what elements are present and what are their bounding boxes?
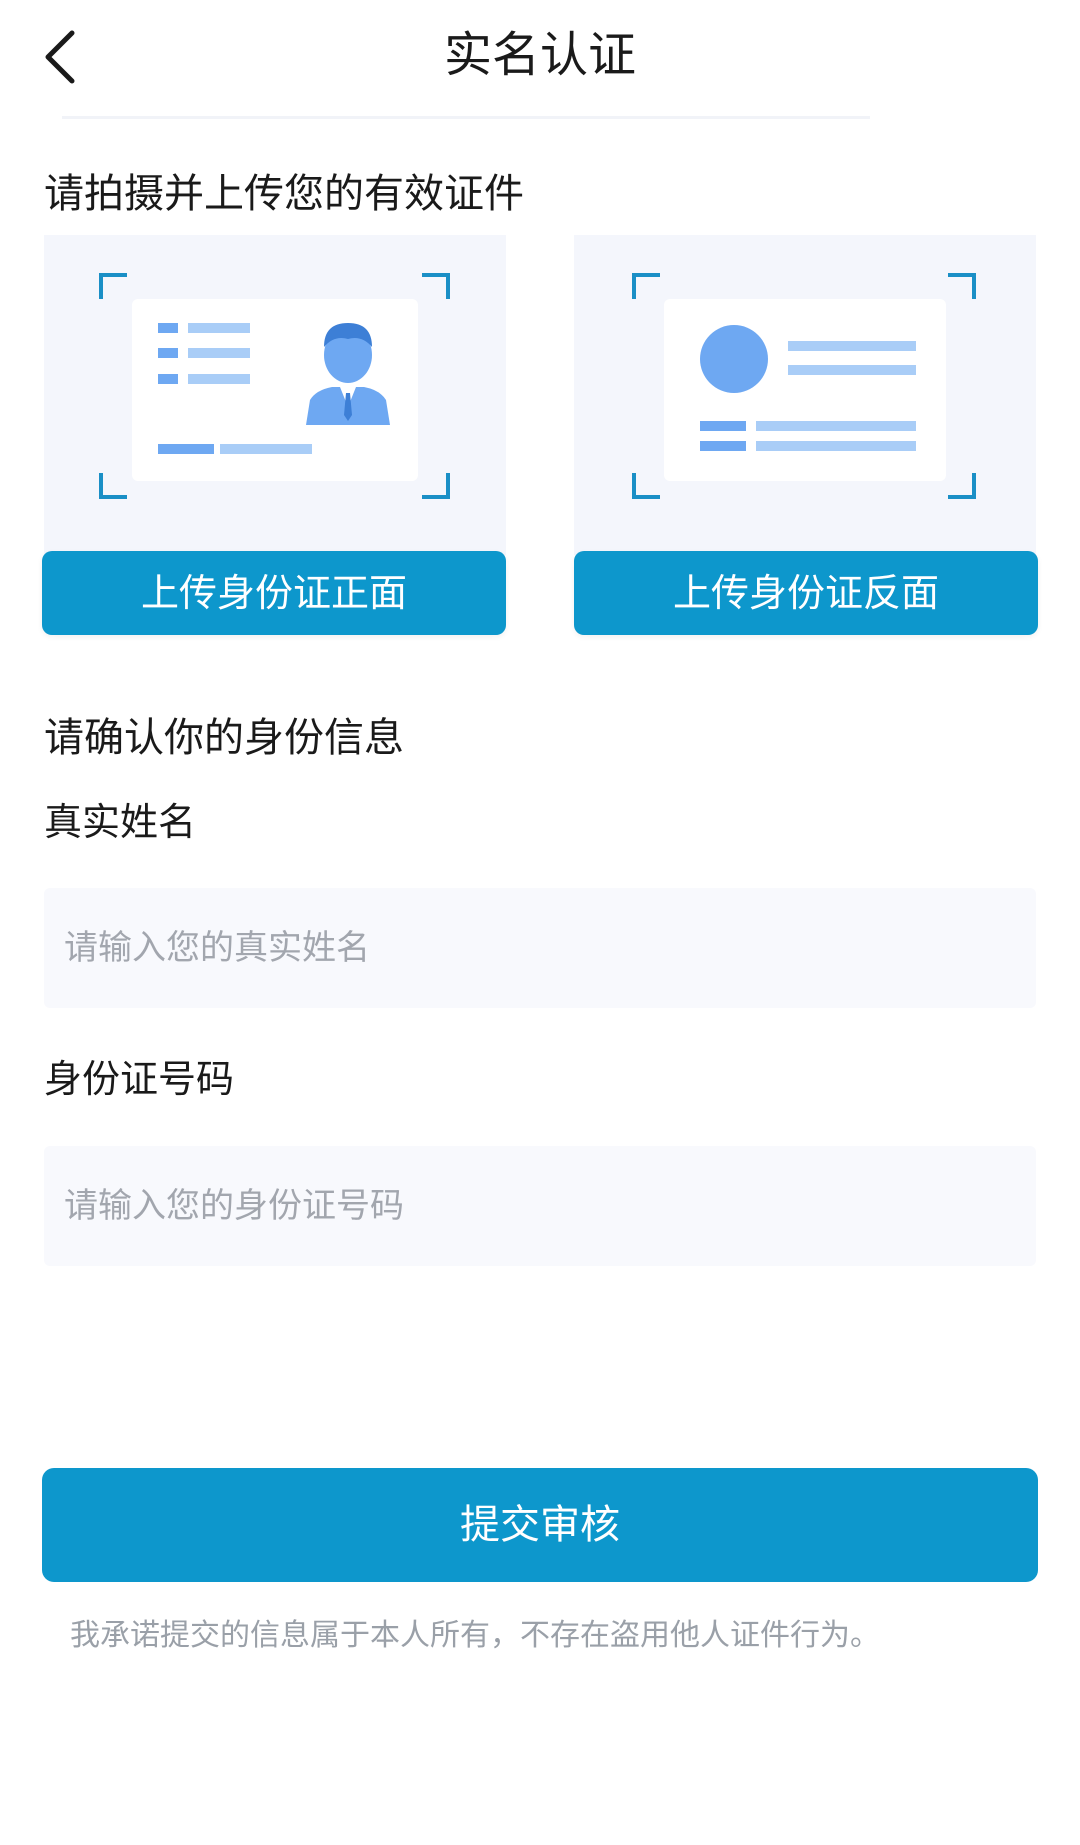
page-title: 实名认证 [443,27,636,83]
header-divider [62,116,870,119]
submit-review-button[interactable]: 提交审核 [42,1468,1038,1582]
id-back-card[interactable] [574,235,1036,555]
upload-id-front-button[interactable]: 上传身份证正面 [42,551,506,635]
upload-section-title: 请拍摄并上传您的有效证件 [44,171,524,217]
real-name-input[interactable] [44,928,1036,968]
real-name-field[interactable] [44,888,1036,1008]
disclaimer-text: 我承诺提交的信息属于本人所有，不存在盗用他人证件行为。 [70,1618,880,1653]
id-number-input[interactable] [44,1186,1036,1226]
upload-id-back-button[interactable]: 上传身份证反面 [574,551,1038,635]
id-number-label: 身份证号码 [44,1057,235,1101]
top-bar: 实名认证 [0,0,1080,110]
id-card-back-illustration [632,273,976,499]
id-card-front-illustration [99,273,450,499]
real-name-label: 真实姓名 [44,800,197,844]
identity-section-title: 请确认你的身份信息 [44,715,404,761]
id-number-field[interactable] [44,1146,1036,1266]
id-front-card[interactable] [44,235,506,555]
